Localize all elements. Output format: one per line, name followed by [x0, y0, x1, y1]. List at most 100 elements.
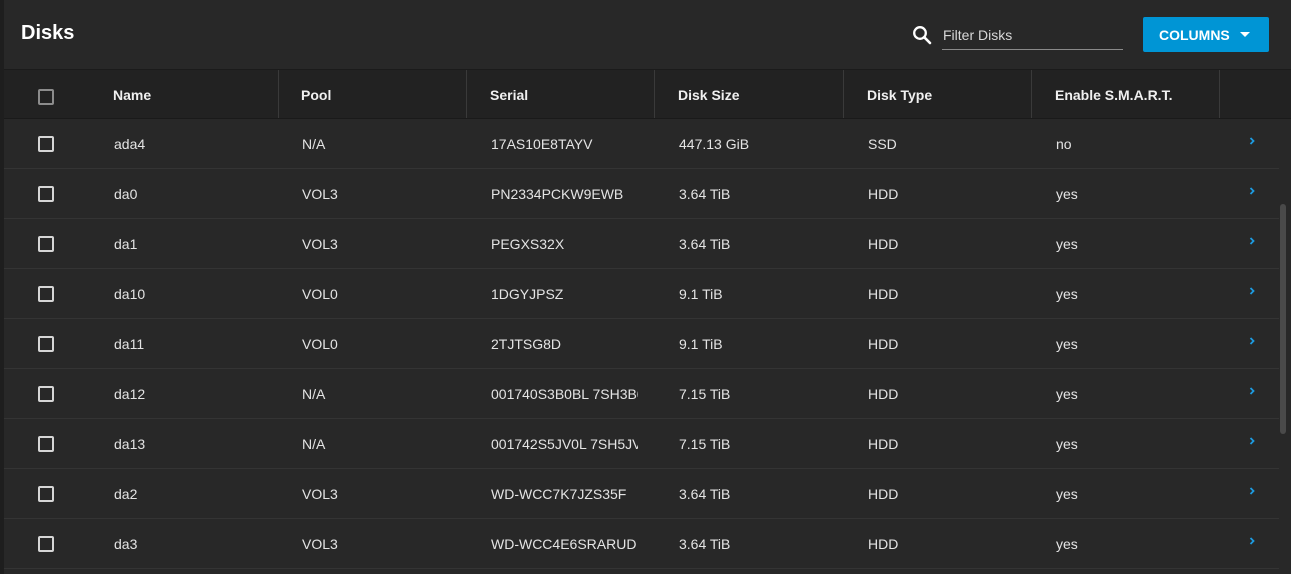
cell-disk-size: 7.15 TiB [679, 386, 731, 402]
cell-disk-type: HDD [868, 386, 899, 402]
row-checkbox[interactable] [38, 136, 54, 152]
cell-name: da12 [114, 386, 146, 402]
cell-serial: PEGXS32X [491, 236, 565, 252]
cell-name: da3 [114, 536, 138, 552]
row-checkbox[interactable] [38, 436, 54, 452]
cell-enable-smart: yes [1056, 236, 1078, 252]
chevron-right-icon[interactable] [1246, 335, 1258, 347]
cell-disk-type: SSD [868, 136, 897, 152]
chevron-right-icon[interactable] [1246, 385, 1258, 397]
table-row[interactable]: da13 N/A 001742S5JV0L 7SH5JV 7.15 TiB HD… [4, 419, 1279, 469]
table-row[interactable]: da10 VOL0 1DGYJPSZ 9.1 TiB HDD yes [4, 269, 1279, 319]
chevron-right-icon[interactable] [1246, 435, 1258, 447]
column-divider [843, 70, 844, 118]
cell-serial: PN2334PCKW9EWB [491, 186, 624, 202]
table-row[interactable]: da3 VOL3 WD-WCC4E6SRARUD 3.64 TiB HDD ye… [4, 519, 1279, 569]
filter-disks-input[interactable] [942, 22, 1124, 48]
column-divider [1219, 70, 1220, 118]
header-disk-size[interactable]: Disk Size [678, 70, 739, 118]
cell-name: da10 [114, 286, 146, 302]
cell-enable-smart: yes [1056, 536, 1078, 552]
chevron-right-icon[interactable] [1246, 535, 1258, 547]
cell-pool: VOL0 [302, 286, 338, 302]
cell-enable-smart: yes [1056, 186, 1078, 202]
row-checkbox[interactable] [38, 286, 54, 302]
vertical-scrollbar[interactable] [1280, 119, 1287, 574]
cell-pool: N/A [302, 136, 326, 152]
table-row[interactable]: da12 N/A 001740S3B0BL 7SH3B0 7.15 TiB HD… [4, 369, 1279, 419]
cell-serial: WD-WCC7K7JZS35F [491, 486, 627, 502]
column-divider [278, 70, 279, 118]
cell-name: da2 [114, 486, 138, 502]
cell-disk-size: 3.64 TiB [679, 236, 731, 252]
table-row[interactable]: da2 VOL3 WD-WCC7K7JZS35F 3.64 TiB HDD ye… [4, 469, 1279, 519]
chevron-right-icon[interactable] [1246, 235, 1258, 247]
cell-serial: 001740S3B0BL 7SH3B0 [491, 386, 638, 402]
columns-button-label: COLUMNS [1159, 27, 1230, 43]
cell-pool: VOL3 [302, 236, 338, 252]
header-serial[interactable]: Serial [490, 70, 528, 118]
cell-enable-smart: yes [1056, 286, 1078, 302]
cell-disk-size: 9.1 TiB [679, 286, 723, 302]
row-checkbox[interactable] [38, 536, 54, 552]
column-divider [654, 70, 655, 118]
cell-name: da11 [114, 336, 145, 352]
header-disk-type[interactable]: Disk Type [867, 70, 932, 118]
table-row[interactable]: da0 VOL3 PN2334PCKW9EWB 3.64 TiB HDD yes [4, 169, 1279, 219]
row-checkbox[interactable] [38, 336, 54, 352]
cell-disk-type: HDD [868, 336, 899, 352]
cell-disk-size: 7.15 TiB [679, 436, 731, 452]
cell-enable-smart: no [1056, 136, 1072, 152]
cell-serial: WD-WCC4E6SRARUD [491, 536, 637, 552]
cell-enable-smart: yes [1056, 336, 1078, 352]
cell-enable-smart: yes [1056, 436, 1078, 452]
panel-toolbar: Disks COLUMNS [4, 0, 1291, 70]
cell-pool: VOL0 [302, 336, 338, 352]
cell-disk-size: 9.1 TiB [679, 336, 723, 352]
cell-pool: VOL3 [302, 536, 338, 552]
header-enable-smart[interactable]: Enable S.M.A.R.T. [1055, 70, 1172, 118]
cell-serial: 001742S5JV0L 7SH5JV [491, 436, 638, 452]
chevron-right-icon[interactable] [1246, 185, 1258, 197]
cell-name: da0 [114, 186, 138, 202]
cell-pool: VOL3 [302, 186, 338, 202]
scrollbar-thumb[interactable] [1280, 204, 1286, 434]
cell-name: da1 [114, 236, 138, 252]
row-checkbox[interactable] [38, 236, 54, 252]
header-name[interactable]: Name [113, 70, 151, 118]
cell-disk-size: 3.64 TiB [679, 486, 731, 502]
row-checkbox[interactable] [38, 486, 54, 502]
cell-serial: 2TJTSG8D [491, 336, 562, 352]
select-all-checkbox[interactable] [38, 89, 54, 105]
cell-disk-type: HDD [868, 436, 899, 452]
header-pool[interactable]: Pool [301, 70, 331, 118]
chevron-right-icon[interactable] [1246, 285, 1258, 297]
columns-button[interactable]: COLUMNS [1143, 17, 1269, 52]
cell-disk-size: 447.13 GiB [679, 136, 750, 152]
cell-disk-type: HDD [868, 286, 899, 302]
cell-enable-smart: yes [1056, 386, 1078, 402]
cell-name: ada4 [114, 136, 146, 152]
table-body: ada4 N/A 17AS10E8TAYV 447.13 GiB SSD no … [4, 119, 1279, 569]
row-checkbox[interactable] [38, 386, 54, 402]
cell-disk-type: HDD [868, 186, 899, 202]
row-checkbox[interactable] [38, 186, 54, 202]
table-row[interactable]: da11 VOL0 2TJTSG8D 9.1 TiB HDD yes [4, 319, 1279, 369]
cell-disk-size: 3.64 TiB [679, 186, 731, 202]
cell-enable-smart: yes [1056, 486, 1078, 502]
table-row[interactable]: ada4 N/A 17AS10E8TAYV 447.13 GiB SSD no [4, 119, 1279, 169]
page-title: Disks [21, 22, 75, 44]
column-divider [1031, 70, 1032, 118]
chevron-right-icon[interactable] [1246, 485, 1258, 497]
search-icon [913, 26, 932, 45]
column-divider [466, 70, 467, 118]
chevron-right-icon[interactable] [1246, 135, 1258, 147]
filter-field [942, 22, 1124, 50]
disks-panel: Disks COLUMNS Name Pool Serial Disk Size… [4, 0, 1291, 574]
table-row[interactable]: da1 VOL3 PEGXS32X 3.64 TiB HDD yes [4, 219, 1279, 269]
cell-disk-type: HDD [868, 486, 899, 502]
cell-disk-size: 3.64 TiB [679, 536, 731, 552]
cell-name: da13 [114, 436, 146, 452]
dropdown-arrow-icon [1240, 32, 1250, 37]
cell-serial: 17AS10E8TAYV [491, 136, 593, 152]
